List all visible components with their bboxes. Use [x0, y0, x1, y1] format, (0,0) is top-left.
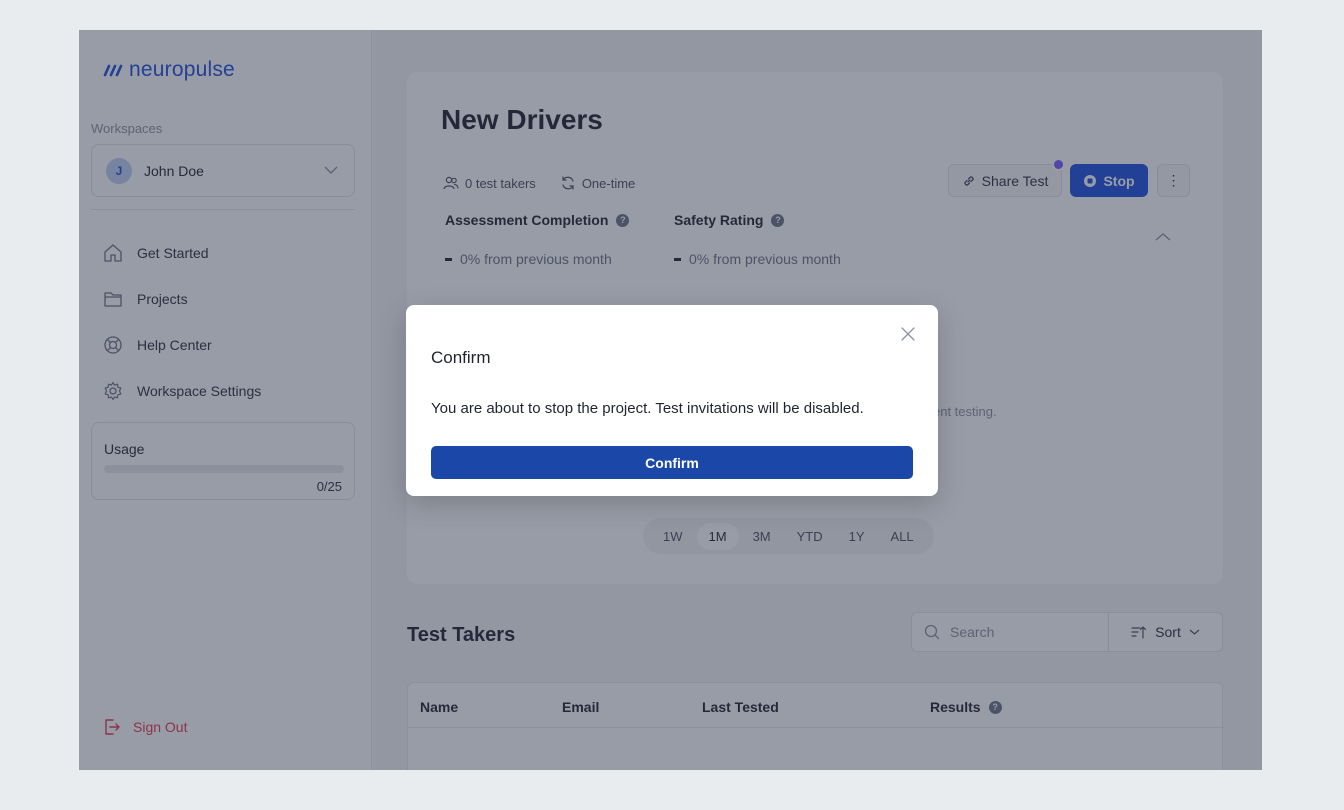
confirm-dialog: Confirm You are about to stop the projec…: [406, 305, 938, 496]
dialog-message: You are about to stop the project. Test …: [431, 400, 864, 417]
confirm-button[interactable]: Confirm: [431, 446, 913, 479]
dialog-title: Confirm: [431, 348, 491, 367]
close-icon[interactable]: [899, 325, 917, 343]
